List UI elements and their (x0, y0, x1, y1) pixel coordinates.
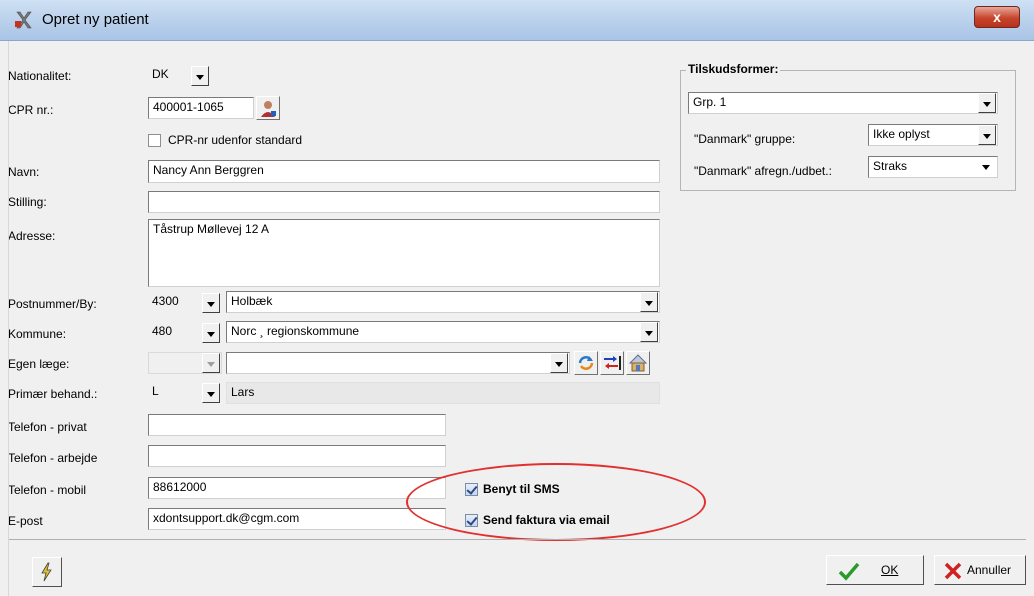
postnummer-code-value: 4300 (152, 294, 179, 308)
nationalitet-label: Nationalitet: (8, 69, 72, 83)
primaer-name-field: Lars (226, 382, 660, 404)
adresse-value: Tåstrup Møllevej 12 A (153, 222, 270, 236)
annuller-button[interactable]: Annuller (934, 555, 1026, 585)
ok-button[interactable]: OK (826, 555, 924, 585)
tilskud-group-dropdown-button[interactable] (978, 93, 996, 113)
window-left-edge (0, 41, 9, 596)
adresse-label: Adresse: (8, 229, 56, 243)
postnummer-city-dropdown-button[interactable] (640, 292, 658, 312)
kommune-code-dropdown-button[interactable] (202, 323, 220, 343)
cpr-lookup-button[interactable] (256, 96, 280, 120)
bottom-separator (8, 539, 1026, 540)
home-doctor-button[interactable] (626, 351, 650, 375)
dialog-client: Nationalitet: DK CPR nr.: 400001-1065 CP… (8, 41, 1026, 596)
refresh-doctor-button[interactable] (574, 351, 598, 375)
house-icon (628, 354, 648, 372)
postnummer-code-dropdown-button[interactable] (202, 293, 220, 313)
lightning-button[interactable] (32, 557, 62, 587)
tilskud-group-value: Grp. 1 (693, 95, 727, 109)
email-label: E-post (8, 514, 43, 528)
kommune-name-dropdown-button[interactable] (640, 322, 658, 342)
primaer-label: Primær behand.: (8, 387, 98, 401)
tilskud-group-select[interactable]: Grp. 1 (688, 92, 998, 114)
tlf-mobil-input[interactable]: 88612000 (148, 477, 446, 499)
close-button[interactable]: x (974, 6, 1020, 28)
egen-laege-label: Egen læge: (8, 357, 70, 371)
danmark-gruppe-value: Ikke oplyst (873, 127, 930, 141)
cpr-label: CPR nr.: (8, 103, 54, 117)
postnummer-label: Postnummer/By: (8, 297, 97, 311)
email-value: xdontsupport.dk@cgm.com (153, 511, 300, 525)
cpr-outside-checkbox[interactable] (148, 134, 161, 147)
person-lookup-icon (261, 101, 276, 117)
tilskud-title: Tilskudsformer: (686, 62, 781, 76)
kommune-label: Kommune: (8, 327, 67, 341)
annuller-label: Annuller (967, 563, 1012, 577)
tlf-privat-input[interactable] (148, 414, 446, 436)
ok-label: OK (881, 563, 899, 577)
kommune-code-value: 480 (152, 324, 173, 338)
navn-value: Nancy Ann Berggren (153, 163, 264, 177)
highlight-ellipse (406, 463, 706, 541)
postnummer-city-value: Holbæk (231, 294, 273, 308)
stilling-input[interactable] (148, 191, 660, 213)
lightning-icon (41, 562, 52, 582)
danmark-afregn-value: Straks (873, 159, 908, 173)
danmark-gruppe-dropdown-button[interactable] (978, 125, 996, 145)
nationalitet-dropdown-button[interactable] (191, 66, 209, 86)
egen-laege-name-dropdown-button[interactable] (550, 353, 568, 373)
nationalitet-value: DK (152, 67, 169, 81)
adresse-textarea[interactable]: Tåstrup Møllevej 12 A (148, 219, 660, 287)
transfer-arrows-icon (604, 356, 621, 370)
tlf-privat-label: Telefon - privat (8, 420, 87, 434)
transfer-doctor-button[interactable] (600, 351, 624, 375)
window-title: Opret ny patient (42, 11, 149, 28)
danmark-afregn-label: "Danmark" afregn./udbet.: (694, 164, 832, 178)
navn-input[interactable]: Nancy Ann Berggren (148, 160, 660, 183)
checkmark-icon (838, 562, 860, 581)
kommune-name-value: Norc ¸ regionskommune (231, 324, 360, 338)
navn-label: Navn: (8, 165, 40, 179)
title-bar[interactable]: Opret ny patient x (0, 0, 1034, 41)
danmark-gruppe-label: "Danmark" gruppe: (694, 132, 796, 146)
cancel-x-icon (944, 562, 962, 580)
primaer-code-dropdown-button[interactable] (202, 383, 220, 403)
tlf-mobil-label: Telefon - mobil (8, 483, 87, 497)
danmark-afregn-dropdown-button[interactable] (978, 157, 996, 177)
kommune-name-select[interactable]: Norc ¸ regionskommune (226, 321, 660, 343)
email-input[interactable]: xdontsupport.dk@cgm.com (148, 508, 446, 530)
tlf-mobil-value: 88612000 (153, 480, 207, 494)
primaer-code-value: L (152, 384, 159, 398)
egen-laege-name-select[interactable] (226, 352, 570, 374)
primaer-name-value: Lars (231, 385, 255, 399)
dialog-window: Opret ny patient x Nationalitet: DK CPR … (0, 0, 1034, 596)
refresh-icon (578, 356, 594, 370)
app-logo-icon (15, 11, 32, 29)
postnummer-city-select[interactable]: Holbæk (226, 291, 660, 313)
tlf-arbejde-input[interactable] (148, 445, 446, 467)
tlf-arbejde-label: Telefon - arbejde (8, 451, 98, 465)
stilling-label: Stilling: (8, 195, 47, 209)
cpr-outside-label: CPR-nr udenfor standard (168, 133, 303, 147)
egen-laege-code-dropdown-button[interactable] (202, 353, 220, 373)
cpr-input[interactable]: 400001-1065 (148, 97, 254, 119)
cpr-value: 400001-1065 (153, 100, 224, 114)
